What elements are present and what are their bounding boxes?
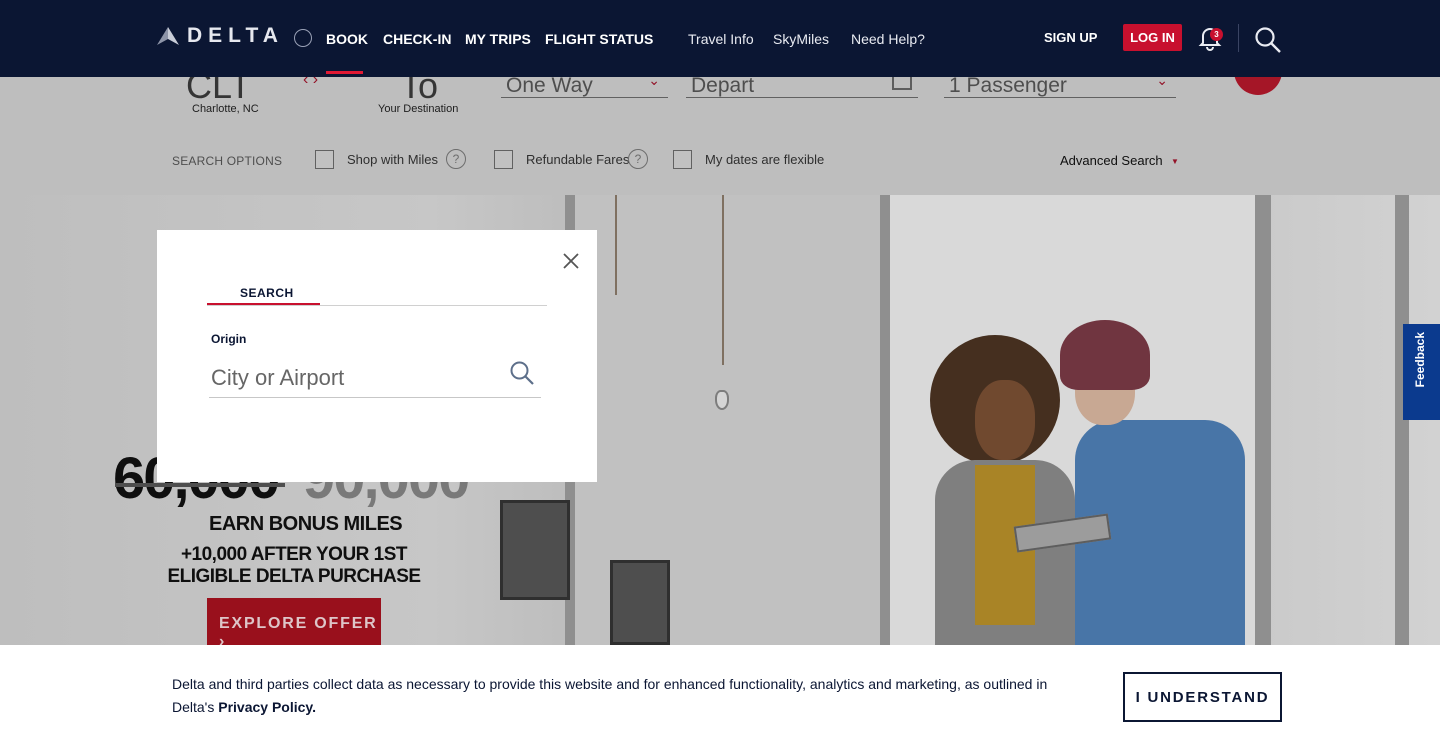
close-icon[interactable] [560,250,582,272]
lamp-cord [615,195,617,295]
light-bulb [715,390,729,410]
tab-divider [207,305,547,306]
passengers-value: 1 Passenger [949,74,1067,97]
nav-active-indicator [326,71,363,74]
nav-check-in[interactable]: CHECK-IN [383,31,451,47]
advanced-search-link[interactable]: Advanced Search [1060,153,1163,168]
shop-with-miles-label: Shop with Miles [347,152,439,167]
tab-active-indicator [207,303,320,305]
top-navigation: DELTA BOOK CHECK-IN MY TRIPS FLIGHT STAT… [0,0,1440,77]
background-monitor [500,500,570,600]
tab-search[interactable]: SEARCH [240,286,294,300]
refundable-fares-label: Refundable Fares [526,152,630,167]
feedback-label: Feedback [1413,332,1427,388]
explore-offer-button[interactable]: EXPLORE OFFER › [207,598,381,645]
passengers-select[interactable]: 1 Passenger ⌄ [944,72,1176,98]
caret-down-icon: ▼ [1171,157,1179,166]
promo-strikethrough [115,483,285,487]
origin-input[interactable] [209,358,541,398]
nav-my-trips[interactable]: MY TRIPS [465,31,531,47]
promo-headline: EARN BONUS MILES [209,513,403,535]
nav-divider [1238,24,1239,52]
help-icon[interactable]: ? [628,149,648,169]
shop-with-miles-checkbox[interactable] [315,150,334,169]
nav-book[interactable]: BOOK [326,31,368,47]
search-icon[interactable] [509,360,535,386]
privacy-policy-link[interactable]: Privacy Policy. [218,699,316,715]
lamp-cord [722,195,724,365]
booking-widget: CLT Charlotte, NC ‹ › To Your Destinatio… [0,65,1440,195]
photo-person [975,380,1035,460]
feedback-tab[interactable]: Feedback [1403,324,1440,420]
search-modal: SEARCH Origin [157,230,597,482]
nav-need-help[interactable]: Need Help? [851,31,925,47]
log-in-button[interactable]: LOG IN [1123,24,1182,51]
flexible-dates-label: My dates are flexible [705,152,825,167]
origin-label: Origin [211,332,247,346]
depart-date-field[interactable]: Depart [686,74,918,98]
help-icon[interactable]: ? [446,149,466,169]
notification-badge: 3 [1210,28,1223,41]
sign-up-link[interactable]: SIGN UP [1044,30,1097,45]
delta-logo[interactable]: DELTA [157,24,312,48]
i-understand-button[interactable]: I UNDERSTAND [1123,672,1282,722]
photo-person [1060,320,1150,390]
nav-skymiles[interactable]: SkyMiles [773,31,829,47]
search-icon[interactable] [1254,26,1282,54]
brand-name: DELTA [187,24,284,47]
window-frame [1395,195,1409,645]
background-monitor [610,560,670,645]
cookie-message: Delta and third parties collect data as … [172,673,1072,719]
trip-type-select[interactable]: One Way ⌄ [501,72,668,98]
search-options-label: SEARCH OPTIONS [172,154,283,168]
skyteam-seal-icon [293,29,312,47]
origin-city: Charlotte, NC [192,103,259,115]
destination-city: Your Destination [378,103,459,115]
window-frame [880,195,890,645]
window-frame [1255,195,1271,645]
nav-flight-status[interactable]: FLIGHT STATUS [545,31,653,47]
delta-triangle-icon [157,27,179,45]
promo-subheadline: +10,000 AFTER YOUR 1ST ELIGIBLE DELTA PU… [167,544,421,587]
nav-travel-info[interactable]: Travel Info [688,31,754,47]
cookie-banner: Delta and third parties collect data as … [0,645,1440,745]
trip-type-value: One Way [506,74,593,97]
depart-value: Depart [691,74,755,97]
flexible-dates-checkbox[interactable] [673,150,692,169]
refundable-fares-checkbox[interactable] [494,150,513,169]
